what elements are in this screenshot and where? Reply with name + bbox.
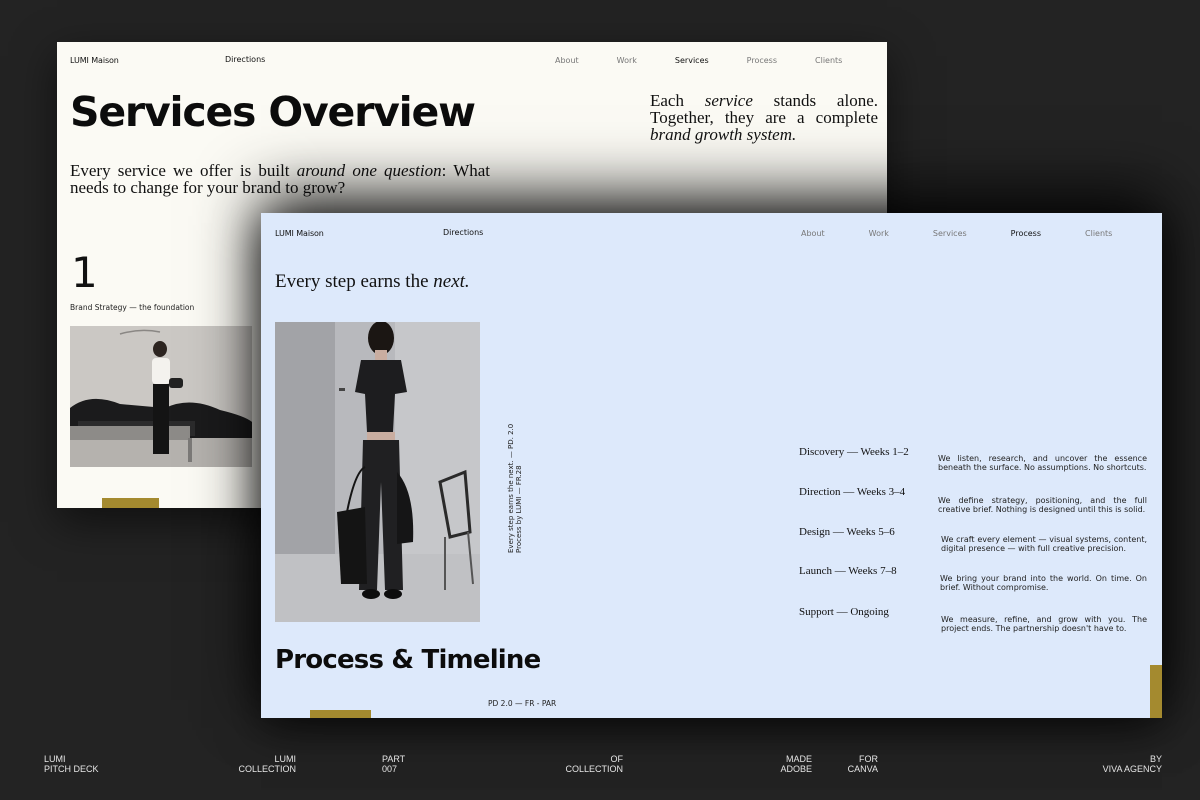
top-nav: About Work Services Process Clients	[801, 229, 1112, 238]
nav-work[interactable]: Work	[617, 56, 637, 65]
step-desc-support: We measure, refine, and grow with you. T…	[941, 615, 1147, 633]
page-title: Services Overview	[70, 88, 476, 136]
page-title: Process & Timeline	[275, 645, 541, 675]
service-caption: Brand Strategy — the foundation	[70, 303, 195, 312]
step-desc-design: We craft every element — visual systems,…	[941, 535, 1147, 553]
service-number: 1	[71, 248, 98, 297]
intro-quote: Each service stands alone. Together, the…	[650, 92, 878, 143]
footer-text: VIVA AGENCY	[1102, 764, 1162, 774]
footer-by: BY VIVA AGENCY	[1082, 754, 1162, 774]
slide-code: PD 2.0 — FR - PAR	[488, 699, 557, 708]
footer-text: MADE	[785, 754, 812, 764]
footer-text: ADOBE	[780, 764, 812, 774]
step-title-design: Design — Weeks 5–6	[799, 526, 895, 538]
nav-services[interactable]: Services	[933, 229, 967, 238]
footer-text: OF	[610, 754, 624, 764]
nav-about[interactable]: About	[801, 229, 825, 238]
footer-text: PITCH DECK	[44, 764, 99, 774]
services-subtitle: Every service we offer is built around o…	[70, 162, 490, 196]
footer-text: PART	[382, 754, 406, 764]
footer-text: FOR	[859, 754, 878, 764]
vertical-caption-line: Process by LUMI — FR.28	[515, 465, 523, 553]
step-title-support: Support — Ongoing	[799, 606, 889, 618]
vertical-caption: Every step earns the next. — PD. 2.0 Pro…	[507, 403, 523, 553]
step-title-direction: Direction — Weeks 3–4	[799, 486, 906, 498]
accent-bar	[102, 498, 159, 508]
process-heading: Every step earns the next.	[275, 271, 470, 293]
footer-text: COLLECTION	[565, 764, 623, 774]
footer-collection: LUMI COLLECTION	[226, 754, 296, 774]
footer-pitch: LUMI PITCH DECK	[44, 754, 99, 774]
brand-logo: LUMI Maison	[275, 229, 324, 238]
step-desc-direction: We define strategy, positioning, and the…	[938, 496, 1147, 514]
step-title-launch: Launch — Weeks 7–8	[799, 565, 897, 577]
step-title-discovery: Discovery — Weeks 1–2	[799, 446, 909, 458]
directions-link[interactable]: Directions	[443, 228, 483, 237]
nav-process[interactable]: Process	[747, 56, 777, 65]
footer-part: PART 007	[382, 754, 405, 774]
vertical-caption-line: Every step earns the next. — PD. 2.0	[507, 423, 515, 553]
footer-text: LUMI	[274, 754, 296, 764]
nav-work[interactable]: Work	[869, 229, 889, 238]
woman-standing-photo	[275, 322, 480, 622]
top-nav: About Work Services Process Clients	[555, 56, 842, 65]
nav-about[interactable]: About	[555, 56, 579, 65]
step-desc-discovery: We listen, research, and uncover the ess…	[938, 454, 1147, 472]
footer-text: 007	[382, 764, 398, 774]
footer-for: FOR CANVA	[828, 754, 878, 774]
process-slide: LUMI Maison Directions About Work Servic…	[261, 213, 1162, 718]
footer-text: COLLECTION	[238, 764, 296, 774]
woman-on-sofa-photo	[70, 326, 252, 467]
nav-process[interactable]: Process	[1011, 229, 1041, 238]
nav-clients[interactable]: Clients	[1085, 229, 1112, 238]
footer-text: CANVA	[847, 764, 878, 774]
nav-services[interactable]: Services	[675, 56, 709, 65]
footer-of: OF COLLECTION	[553, 754, 623, 774]
directions-link[interactable]: Directions	[225, 55, 265, 64]
nav-clients[interactable]: Clients	[815, 56, 842, 65]
brand-logo: LUMI Maison	[70, 56, 119, 65]
footer-text: LUMI	[44, 754, 66, 764]
accent-bar	[1150, 665, 1162, 718]
footer-made: MADE ADOBE	[762, 754, 812, 774]
accent-bar	[310, 710, 371, 718]
heading-text: Every step earns the	[275, 271, 434, 292]
footer-text: BY	[1149, 754, 1162, 764]
quote-emphasis: brand growth system.	[650, 125, 797, 144]
heading-emphasis: next.	[433, 271, 470, 292]
step-desc-launch: We bring your brand into the world. On t…	[940, 574, 1147, 592]
